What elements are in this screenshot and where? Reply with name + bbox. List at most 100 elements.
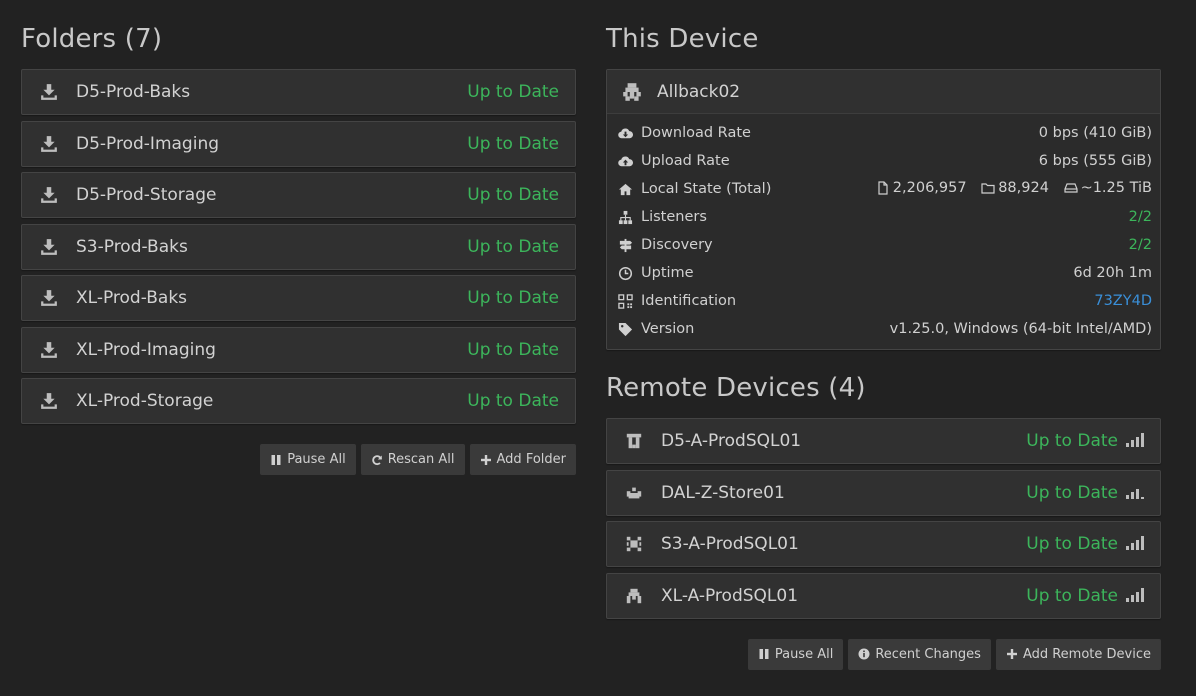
local-files: 2,206,957 [876, 180, 967, 196]
version-value: v1.25.0, Windows (64-bit Intel/AMD) [889, 321, 1152, 337]
this-device-name: Allback02 [657, 81, 741, 102]
remote-device-panel[interactable]: XL-A-ProdSQL01 Up to Date [606, 572, 1161, 619]
add-remote-device-button[interactable]: Add Remote Device [995, 638, 1161, 670]
file-icon [878, 180, 888, 195]
device-identicon-icon [625, 535, 643, 553]
device-identicon-icon [625, 587, 643, 605]
discovery-row: Discovery 2/2 [617, 231, 1152, 259]
tag-icon [617, 321, 633, 337]
remote-device-panel[interactable]: D5-A-ProdSQL01 Up to Date [606, 418, 1161, 464]
pause-all-folders-button[interactable]: Pause All [260, 444, 356, 475]
discovery-label: Discovery [641, 237, 713, 253]
folder-name: XL-Prod-Imaging [76, 339, 216, 360]
folder-panel[interactable]: XL-Prod-Imaging Up to Date [21, 326, 576, 373]
add-folder-label: Add Folder [496, 452, 566, 467]
signal-strength-icon [1126, 536, 1144, 550]
pause-all-devices-button[interactable]: Pause All [747, 638, 844, 670]
identification-label: Identification [641, 293, 737, 309]
recent-changes-label: Recent Changes [875, 646, 981, 662]
plus-icon [1006, 649, 1017, 659]
local-state-value: 2,206,957 88,924 ~1.25 TiB [866, 180, 1152, 199]
qrcode-icon [617, 293, 633, 309]
refresh-icon [371, 454, 382, 465]
folder-name: XL-Prod-Baks [76, 288, 188, 308]
folder-name: D5-Prod-Imaging [76, 133, 220, 154]
pause-all-label: Pause All [774, 646, 834, 662]
clock-icon [617, 265, 633, 281]
discovery-value[interactable]: 2/2 [1129, 237, 1152, 253]
remote-devices-title: Remote Devices (4) [606, 373, 866, 403]
device-identicon-icon [625, 484, 643, 502]
download-icon [40, 341, 58, 359]
folder-panel[interactable]: XL-Prod-Baks Up to Date [21, 275, 576, 321]
this-device-details: Download Rate 0 bps (410 GiB) Upload Rat… [607, 114, 1160, 349]
download-icon [40, 135, 58, 153]
folders-title: Folders (7) [21, 24, 163, 54]
local-dirs-count: 88,924 [998, 179, 1049, 196]
rescan-all-label: Rescan All [387, 452, 455, 467]
this-device-title: This Device [606, 24, 759, 54]
download-rate-row: Download Rate 0 bps (410 GiB) [617, 119, 1152, 147]
this-device-header[interactable]: Allback02 [607, 70, 1160, 114]
local-dirs: 88,924 [981, 180, 1049, 196]
cloud-download-icon [617, 125, 633, 141]
add-remote-device-label: Add Remote Device [1022, 646, 1151, 662]
recent-changes-button[interactable]: Recent Changes [848, 638, 991, 670]
upload-rate-row: Upload Rate 6 bps (555 GiB) [617, 147, 1152, 175]
signpost-icon [617, 237, 633, 253]
download-rate-label: Download Rate [641, 125, 751, 141]
device-identicon-icon [625, 432, 643, 450]
uptime-label: Uptime [641, 265, 694, 281]
download-icon [40, 238, 58, 256]
device-id-link[interactable]: 73ZY4D [1094, 293, 1152, 309]
folder-status: Up to Date [467, 133, 559, 154]
pause-icon [759, 649, 769, 659]
remote-device-name: DAL-Z-Store01 [661, 482, 785, 503]
listeners-value[interactable]: 2/2 [1129, 209, 1152, 225]
folder-status: Up to Date [467, 236, 559, 257]
local-size: ~1.25 TiB [1063, 179, 1152, 196]
remote-device-name: S3-A-ProdSQL01 [661, 534, 799, 554]
folder-panel[interactable]: D5-Prod-Baks Up to Date [21, 69, 576, 115]
local-files-count: 2,206,957 [892, 179, 967, 196]
folder-panel[interactable]: XL-Prod-Storage Up to Date [21, 378, 576, 424]
download-icon [40, 289, 58, 307]
folder-panel[interactable]: D5-Prod-Storage Up to Date [21, 172, 576, 218]
info-circle-icon [858, 648, 870, 660]
folder-status: Up to Date [467, 391, 559, 411]
upload-rate-value: 6 bps (555 GiB) [1038, 153, 1152, 169]
rescan-all-button[interactable]: Rescan All [360, 444, 465, 475]
folder-panel[interactable]: S3-Prod-Baks Up to Date [21, 223, 576, 270]
folder-status: Up to Date [467, 82, 559, 102]
remote-device-status: Up to Date [1026, 534, 1144, 554]
local-size-value: ~1.25 TiB [1080, 179, 1152, 196]
home-icon [617, 181, 633, 197]
signal-strength-icon [1126, 587, 1144, 602]
folders-column: Folders (7) D5-Prod-Baks Up to Date D5-P… [21, 0, 576, 475]
remote-device-panel[interactable]: S3-A-ProdSQL01 Up to Date [606, 521, 1161, 567]
this-device-card: Allback02 Download Rate 0 bps (410 GiB) … [606, 69, 1161, 350]
remote-device-status: Up to Date [1026, 483, 1144, 503]
hard-drive-icon [1063, 182, 1078, 193]
pause-all-label: Pause All [287, 452, 346, 467]
add-folder-button[interactable]: Add Folder [469, 444, 576, 475]
signal-strength-icon [1126, 488, 1144, 499]
download-icon [40, 83, 58, 101]
uptime-row: Uptime 6d 20h 1m [617, 259, 1152, 287]
folder-panel[interactable]: D5-Prod-Imaging Up to Date [21, 120, 576, 167]
local-state-row: Local State (Total) 2,206,957 88,924 ~1.… [617, 175, 1152, 203]
download-icon [40, 392, 58, 410]
cloud-upload-icon [617, 153, 633, 169]
version-label: Version [641, 321, 695, 337]
download-icon [40, 186, 58, 204]
folder-name: D5-Prod-Baks [76, 82, 191, 102]
remote-device-status: Up to Date [1026, 431, 1144, 451]
plus-icon [480, 454, 491, 465]
folder-status: Up to Date [467, 288, 559, 308]
sitemap-icon [617, 209, 633, 225]
download-rate-value: 0 bps (410 GiB) [1038, 125, 1152, 141]
listeners-label: Listeners [641, 209, 707, 225]
listeners-row: Listeners 2/2 [617, 203, 1152, 231]
remote-device-panel[interactable]: DAL-Z-Store01 Up to Date [606, 469, 1161, 516]
remote-device-name: D5-A-ProdSQL01 [661, 431, 802, 451]
